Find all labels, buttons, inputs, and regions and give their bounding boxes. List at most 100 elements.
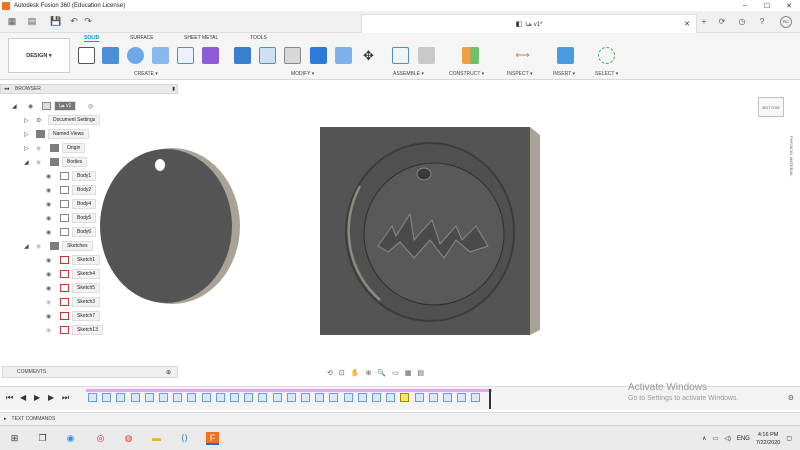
timeline-feature[interactable] [386,393,396,402]
viewports-icon[interactable]: ▤ [417,369,424,377]
tree-item-body[interactable]: ◉ Body5 [0,212,178,224]
new-tab-plus-icon[interactable]: + [698,16,710,28]
vscode-icon[interactable]: ⟨⟩ [178,432,191,445]
collapse-arrows-icon[interactable]: ◂◂ [4,86,9,92]
eye-hidden-icon[interactable]: ◉ [46,299,51,306]
timeline-feature[interactable] [471,393,481,402]
select-cursor-icon[interactable] [598,47,615,64]
offset-plane-icon[interactable] [462,47,479,64]
go-to-end-icon[interactable]: ⏭ [62,393,69,403]
timeline-feature[interactable] [187,393,197,402]
go-to-start-icon[interactable]: ⏮ [6,393,13,403]
workspace-switcher[interactable]: DESIGN ▾ [8,38,70,73]
timeline-feature[interactable] [116,393,126,402]
eye-icon[interactable]: ◉ [46,173,51,180]
minimize-button[interactable]: – [734,2,756,10]
eye-icon[interactable]: ◉ [46,229,51,236]
collapse-triangle-icon[interactable]: ◢ [12,103,17,110]
timeline-feature[interactable] [329,393,339,402]
timeline-feature[interactable] [357,393,367,402]
viewcube[interactable]: BOTTOM [758,97,784,117]
timeline-marker[interactable] [489,389,491,409]
move-copy-icon[interactable]: ✥ [360,47,377,64]
display-settings-icon[interactable]: ▭ [392,369,399,377]
tree-item-body[interactable]: ◉ Body1 [0,170,178,182]
clock-icon[interactable]: ◷ [736,16,748,28]
timeline-feature[interactable] [201,393,211,402]
tree-item[interactable]: ◢ ◉ Sketches [0,240,178,252]
save-icon[interactable]: 💾 [50,16,62,27]
add-comment-icon[interactable]: ⊕ [166,369,171,376]
tree-item[interactable]: ◢ ◉ Bodies [0,156,178,168]
tab-tools[interactable]: TOOLS [250,35,267,41]
timeline-settings-gear-icon[interactable]: ⚙ [788,394,794,402]
timeline-feature[interactable] [173,393,183,402]
timeline-feature[interactable] [88,393,97,402]
close-button[interactable]: ✕ [778,2,800,10]
timeline-feature[interactable] [272,393,282,402]
close-tab-icon[interactable]: ✕ [684,20,690,28]
group-inspect[interactable]: INSPECT ▾ [507,71,532,77]
timeline-feature[interactable] [286,393,296,402]
tree-item-sketch[interactable]: ◉ Sketch7 [0,310,178,322]
timeline-feature[interactable] [144,393,154,402]
eye-hidden-icon[interactable]: ◉ [36,159,41,166]
edge-browser-icon[interactable]: ◉ [64,432,77,445]
grid-settings-icon[interactable]: ▦ [405,369,412,377]
tree-item-body[interactable]: ◉ Body2 [0,184,178,196]
eye-icon[interactable]: ◉ [46,313,51,320]
user-avatar[interactable]: RC [780,16,792,28]
measure-icon[interactable]: ⟷ [514,47,531,64]
physical-material-tab[interactable]: PHYSICAL MATERIAL [786,136,796,206]
tree-item-sketch[interactable]: ◉ Sketch5 [0,282,178,294]
task-view-icon[interactable]: ❐ [36,432,49,445]
tree-item[interactable]: ▷ ⚙ Document Settings [0,114,178,126]
shell-icon[interactable] [284,47,301,64]
expand-arrow-icon[interactable]: ▸ [4,416,7,422]
redo-icon[interactable]: ↷ [82,16,94,27]
tree-item-sketch[interactable]: ◉ Sketch1 [0,254,178,266]
document-tab[interactable]: ◧ هيا v1* ✕ [361,14,697,33]
activate-radio-icon[interactable]: ◎ [88,103,93,110]
language-indicator[interactable]: ENG [737,436,750,442]
timeline-feature[interactable] [428,393,438,402]
zoom-icon[interactable]: ⊕ [365,369,371,377]
extrude-icon[interactable] [102,47,119,64]
pin-icon[interactable]: ▮ [172,86,175,92]
network-icon[interactable]: ▭ [713,435,719,442]
press-pull-icon[interactable] [234,47,251,64]
group-insert[interactable]: INSERT ▾ [553,71,575,77]
help-icon[interactable]: ? [756,16,768,28]
extensions-icon[interactable]: ⟳ [716,16,728,28]
create-sketch-icon[interactable] [78,47,95,64]
paint-icon[interactable]: ◎ [94,432,107,445]
timeline-feature[interactable] [215,393,225,402]
look-at-icon[interactable]: ⊡ [339,369,345,377]
eye-icon[interactable]: ◉ [28,103,33,110]
hole-icon[interactable] [152,47,169,64]
group-modify[interactable]: MODIFY ▾ [291,71,314,77]
timeline-feature[interactable] [372,393,381,402]
data-panel-grid-icon[interactable]: ▦ [6,16,18,27]
tab-surface[interactable]: SURFACE [130,35,154,41]
eye-icon[interactable]: ◉ [46,215,51,222]
group-assemble[interactable]: ASSEMBLE ▾ [393,71,424,77]
browser-header[interactable]: ◂◂ BROWSER ▮ [0,84,178,94]
timeline-feature[interactable] [244,393,254,402]
collapse-triangle-icon[interactable]: ◢ [24,243,29,250]
tab-solid[interactable]: SOLID [84,35,100,42]
tray-expand-icon[interactable]: ∧ [702,435,706,442]
notifications-icon[interactable]: ▢ [786,435,792,442]
timeline-feature[interactable] [343,393,353,402]
timeline-feature[interactable] [414,393,424,402]
create-form-icon[interactable] [202,47,219,64]
eye-hidden-icon[interactable]: ◉ [46,327,51,334]
tree-item-body[interactable]: ◉ Body6 [0,226,178,238]
tree-item-body[interactable]: ◉ Body4 [0,198,178,210]
timeline-feature[interactable] [159,393,168,402]
comments-panel[interactable]: COMMENTS ⊕ [2,366,178,378]
timeline-feature[interactable] [301,393,310,402]
step-forward-icon[interactable]: ▶ [48,393,54,402]
play-icon[interactable]: ▶ [34,393,40,402]
fusion-taskbar-icon[interactable]: F [206,432,219,445]
